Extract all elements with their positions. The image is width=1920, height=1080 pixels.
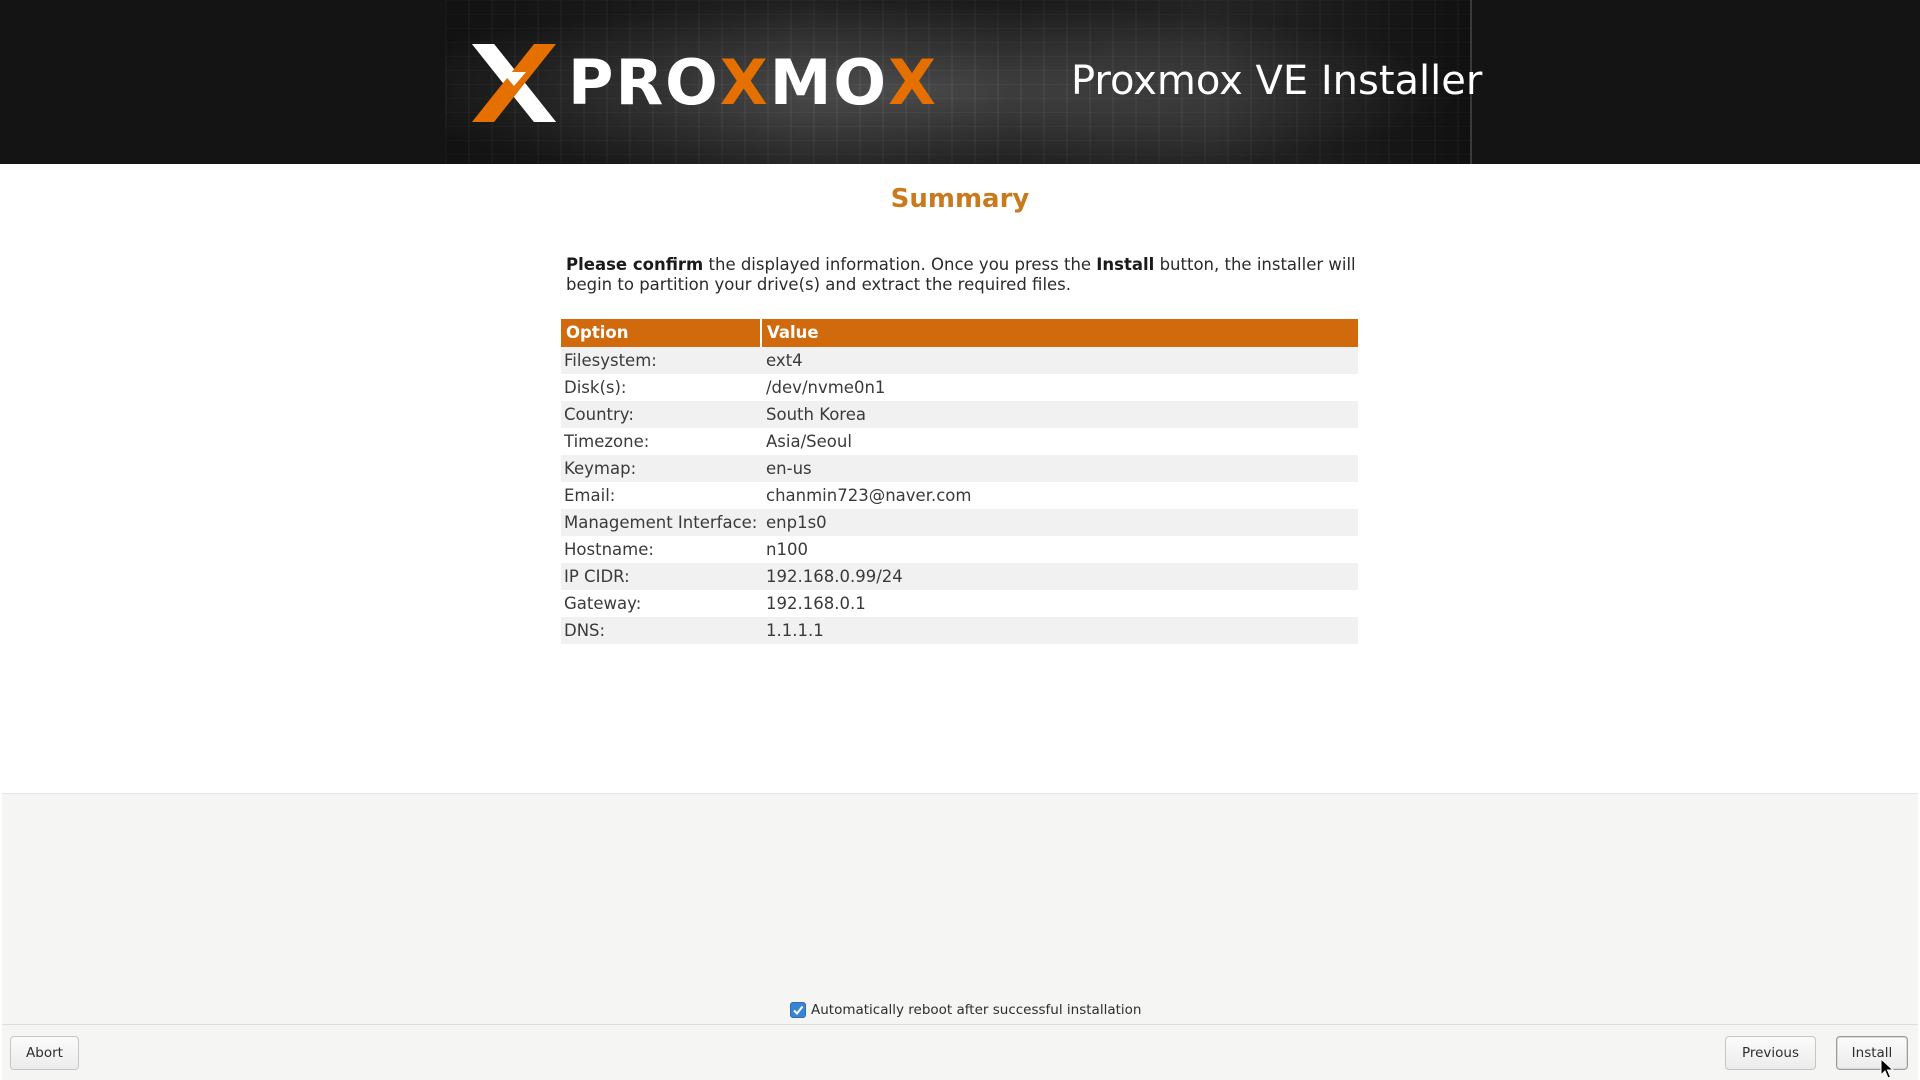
value-cell: 192.168.0.1: [766, 594, 866, 613]
table-row: Timezone: Asia/Seoul: [561, 428, 1358, 455]
table-row: IP CIDR: 192.168.0.99/24: [561, 563, 1358, 590]
logo-wordmark: PRO X MO X: [568, 52, 938, 114]
option-cell: Management Interface:: [564, 513, 758, 532]
option-cell: IP CIDR:: [564, 567, 630, 586]
intro-text-part1: the displayed information. Once you pres…: [703, 255, 1097, 274]
abort-button[interactable]: Abort: [10, 1036, 79, 1070]
summary-table: Option Value Filesystem: ext4 Disk(s): /…: [561, 319, 1358, 644]
header-banner: PRO X MO X Proxmox VE Installer: [0, 0, 1920, 164]
auto-reboot-label: Automatically reboot after successful in…: [811, 1002, 1142, 1018]
intro-text: Please confirm the displayed information…: [566, 255, 1366, 295]
table-row: Filesystem: ext4: [561, 347, 1358, 374]
logo-wordmark-pro: PRO: [568, 46, 720, 119]
logo-wordmark-x1: X: [719, 46, 770, 119]
column-header-option: Option: [561, 319, 760, 347]
bottom-panel: [2, 793, 1918, 1080]
value-cell: 1.1.1.1: [766, 621, 824, 640]
logo-wordmark-x2: X: [888, 46, 938, 119]
installer-title: Proxmox VE Installer: [1071, 58, 1483, 104]
install-button[interactable]: Install: [1836, 1036, 1908, 1070]
proxmox-x-icon: [472, 44, 556, 122]
table-row: Management Interface: enp1s0: [561, 509, 1358, 536]
previous-button[interactable]: Previous: [1725, 1036, 1816, 1070]
value-cell: en-us: [766, 459, 812, 478]
option-cell: Gateway:: [564, 594, 642, 613]
table-row: DNS: 1.1.1.1: [561, 617, 1358, 644]
option-cell: DNS:: [564, 621, 606, 640]
intro-bold-prefix: Please confirm: [566, 255, 704, 274]
table-row: Hostname: n100: [561, 536, 1358, 563]
option-cell: Keymap:: [564, 459, 637, 478]
table-row: Country: South Korea: [561, 401, 1358, 428]
auto-reboot-checkbox[interactable]: [790, 1002, 806, 1018]
option-cell: Email:: [564, 486, 616, 505]
table-row: Email: chanmin723@naver.com: [561, 482, 1358, 509]
proxmox-logo: PRO X MO X: [472, 44, 938, 122]
value-cell: Asia/Seoul: [766, 432, 852, 451]
checkmark-icon: [793, 1005, 804, 1016]
value-cell: enp1s0: [766, 513, 827, 532]
table-row: Gateway: 192.168.0.1: [561, 590, 1358, 617]
table-row: Disk(s): /dev/nvme0n1: [561, 374, 1358, 401]
option-cell: Filesystem:: [564, 351, 657, 370]
value-cell: n100: [766, 540, 808, 559]
mouse-cursor-icon: [1880, 1058, 1894, 1079]
column-header-value: Value: [762, 319, 1358, 347]
auto-reboot-option[interactable]: Automatically reboot after successful in…: [790, 1002, 1141, 1018]
logo-wordmark-mo: MO: [769, 46, 889, 119]
value-cell: /dev/nvme0n1: [766, 378, 886, 397]
table-header-row: Option Value: [561, 319, 1358, 347]
option-cell: Hostname:: [564, 540, 654, 559]
intro-install-word: Install: [1096, 255, 1155, 274]
option-cell: Timezone:: [564, 432, 650, 451]
option-cell: Disk(s):: [564, 378, 627, 397]
option-cell: Country:: [564, 405, 634, 424]
value-cell: 192.168.0.99/24: [766, 567, 903, 586]
table-row: Keymap: en-us: [561, 455, 1358, 482]
page-title: Summary: [890, 184, 1030, 214]
value-cell: South Korea: [766, 405, 866, 424]
value-cell: chanmin723@naver.com: [766, 486, 972, 505]
value-cell: ext4: [766, 351, 803, 370]
footer-separator: [2, 1024, 1918, 1025]
